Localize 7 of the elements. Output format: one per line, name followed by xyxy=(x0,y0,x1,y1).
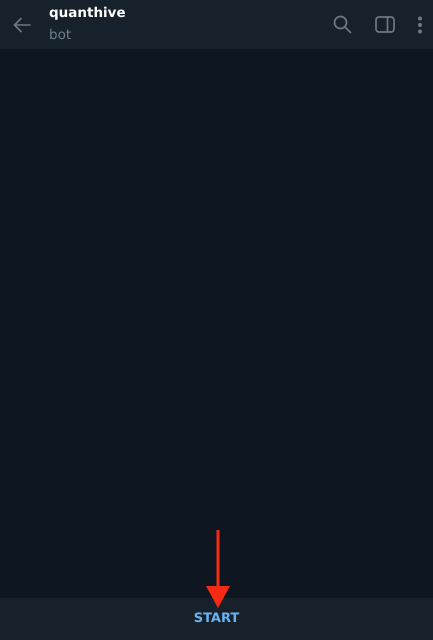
chat-subtitle: bot xyxy=(49,26,72,44)
more-icon[interactable] xyxy=(417,16,423,34)
back-icon[interactable] xyxy=(12,14,32,34)
start-button[interactable]: START xyxy=(186,605,248,633)
search-icon[interactable] xyxy=(333,15,352,34)
chat-title: quanthive xyxy=(49,5,127,22)
sidebar-toggle-icon[interactable] xyxy=(375,16,395,33)
